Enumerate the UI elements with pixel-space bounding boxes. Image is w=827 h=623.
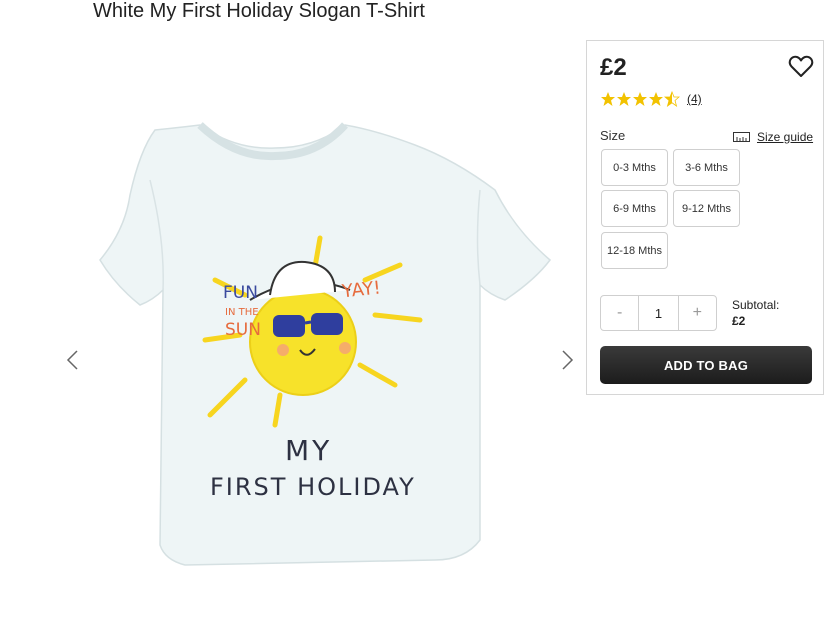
- size-label: Size: [600, 128, 626, 143]
- product-price: £2: [600, 54, 627, 81]
- star-icon: [601, 92, 615, 106]
- product-title: White My First Holiday Slogan T-Shirt: [93, 0, 425, 22]
- add-to-bag-button[interactable]: ADD TO BAG: [600, 346, 812, 384]
- quantity-decrease-button[interactable]: -: [601, 296, 638, 330]
- print-first-holiday: FIRST HOLIDAY: [210, 473, 416, 501]
- star-half-icon: [664, 91, 680, 107]
- chevron-right-icon[interactable]: [557, 345, 577, 375]
- size-option[interactable]: 12-18 Mths: [601, 232, 668, 269]
- print-in-the: IN THE: [225, 307, 259, 318]
- chevron-left-icon[interactable]: [63, 345, 83, 375]
- size-option[interactable]: 9-12 Mths: [673, 190, 740, 227]
- print-yay: YAY!: [340, 277, 382, 302]
- review-count-link[interactable]: (4): [687, 92, 702, 106]
- star-icon: [617, 92, 631, 106]
- product-image: FUN IN THE SUN YAY! MY FIRST HOLIDAY: [95, 120, 555, 570]
- size-option[interactable]: 6-9 Mths: [601, 190, 668, 227]
- size-guide-link[interactable]: Size guide: [733, 130, 813, 144]
- star-rating: (4): [600, 91, 702, 107]
- size-option[interactable]: 3-6 Mths: [673, 149, 740, 186]
- subtotal-amount: £2: [732, 314, 746, 328]
- star-icon: [649, 92, 663, 106]
- subtotal-label: Subtotal:: [732, 298, 780, 312]
- size-option[interactable]: 0-3 Mths: [601, 149, 668, 186]
- ruler-icon: [733, 132, 750, 142]
- print-my: MY: [285, 434, 332, 467]
- purchase-panel: £2 (4) Size Size guide 0-3 Mths 3-6 Mths…: [586, 40, 824, 395]
- quantity-increase-button[interactable]: +: [679, 296, 716, 330]
- print-sun: SUN: [225, 320, 261, 340]
- print-fun: FUN: [223, 283, 258, 303]
- heart-outline-icon[interactable]: [788, 55, 814, 79]
- quantity-input[interactable]: 1: [638, 296, 679, 330]
- subtotal: Subtotal: £2: [732, 297, 779, 329]
- quantity-stepper: - 1 +: [600, 295, 717, 331]
- size-guide-label: Size guide: [757, 130, 814, 144]
- star-icon: [633, 92, 647, 106]
